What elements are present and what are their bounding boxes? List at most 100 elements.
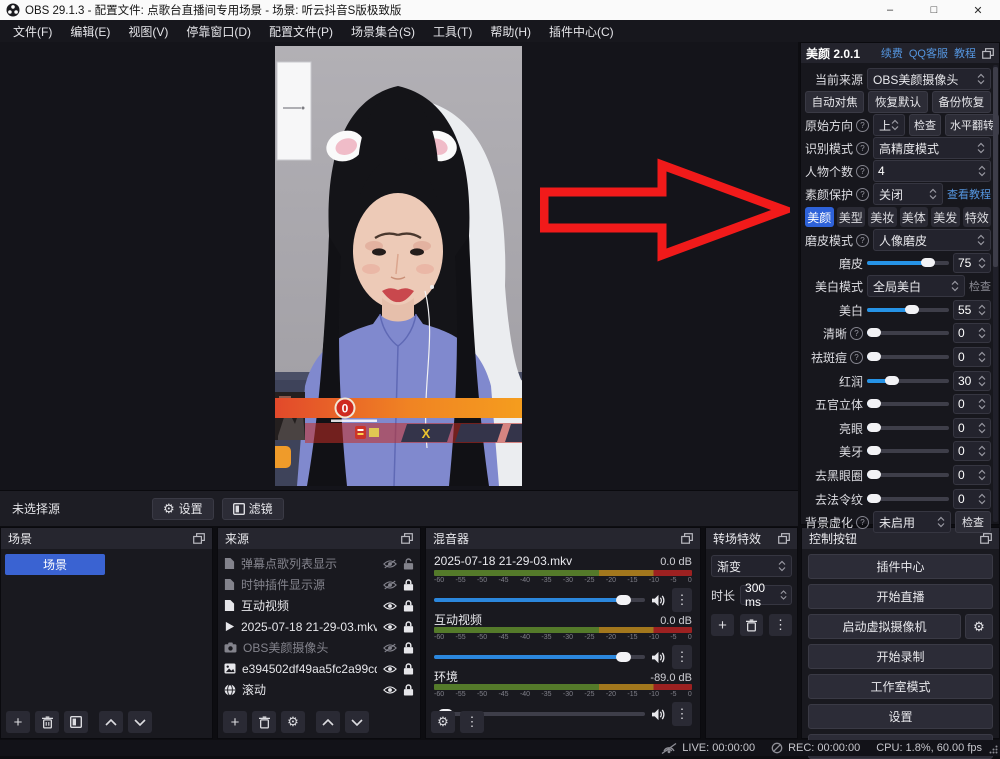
rosy-slider[interactable]	[867, 379, 949, 383]
current-source-select[interactable]: OBS美颜摄像头	[867, 68, 991, 90]
nasolabial-slider[interactable]	[867, 497, 949, 501]
add-scene-button[interactable]: +	[6, 711, 30, 733]
add-transition-button[interactable]: +	[711, 614, 734, 636]
slider-handle[interactable]	[867, 494, 881, 503]
popout-icon[interactable]	[401, 533, 413, 544]
contour-value-spinner[interactable]: 0	[953, 394, 991, 414]
menu-help[interactable]: 帮助(H)	[481, 23, 540, 40]
slider-handle[interactable]	[921, 258, 935, 267]
whiten-mode-select[interactable]: 全局美白	[867, 275, 965, 297]
popout-icon[interactable]	[681, 533, 693, 544]
source-row[interactable]: 时钟插件显示源	[218, 574, 420, 595]
channel-menu-button[interactable]: ⋮	[672, 645, 692, 669]
start-recording-button[interactable]: 开始录制	[808, 644, 993, 669]
popout-icon[interactable]	[193, 533, 205, 544]
source-move-up-button[interactable]	[316, 711, 340, 733]
menu-edit[interactable]: 编辑(E)	[61, 23, 119, 40]
help-icon[interactable]: ?	[856, 119, 869, 132]
add-source-button[interactable]: +	[223, 711, 247, 733]
lock-icon[interactable]	[403, 599, 414, 613]
tab-body[interactable]: 美体	[900, 207, 929, 227]
slider-handle[interactable]	[867, 446, 881, 455]
autofocus-button[interactable]: 自动对焦	[805, 91, 864, 113]
start-virtual-camera-button[interactable]: 启动虚拟摄像机	[808, 614, 961, 639]
smooth-mode-select[interactable]: 人像磨皮	[873, 229, 991, 251]
speaker-icon[interactable]	[651, 708, 666, 721]
scene-filters-button[interactable]	[64, 711, 88, 733]
whiten-value-spinner[interactable]: 55	[953, 300, 991, 320]
studio-mode-button[interactable]: 工作室模式	[808, 674, 993, 699]
visibility-visible-icon[interactable]	[383, 622, 397, 632]
advanced-audio-properties-button[interactable]: ⚙	[431, 711, 455, 733]
plugin-center-button[interactable]: 插件中心	[808, 554, 993, 579]
background-blur-select[interactable]: 未启用	[873, 511, 951, 533]
view-tutorial-link[interactable]: 查看教程	[947, 186, 991, 202]
lock-icon[interactable]	[403, 578, 414, 592]
popout-icon[interactable]	[980, 533, 992, 544]
visibility-hidden-icon[interactable]	[383, 580, 397, 590]
slider-handle[interactable]	[905, 305, 919, 314]
help-icon[interactable]: ?	[850, 351, 863, 364]
lock-icon[interactable]	[403, 683, 414, 697]
source-row[interactable]: e394502df49aa5fc2a99cd2e7c	[218, 658, 420, 679]
clarity-slider[interactable]	[867, 331, 949, 335]
remove-source-button[interactable]	[252, 711, 276, 733]
source-row[interactable]: 互动视频	[218, 595, 420, 616]
source-row[interactable]: 2025-07-18 21-29-03.mkv	[218, 616, 420, 637]
close-button[interactable]: ✕	[956, 0, 1000, 20]
slider-handle[interactable]	[885, 376, 899, 385]
visibility-hidden-icon[interactable]	[383, 643, 397, 653]
lock-icon[interactable]	[403, 662, 414, 676]
source-row[interactable]: 滚动	[218, 679, 420, 700]
whiten-slider[interactable]	[867, 308, 949, 312]
slider-handle[interactable]	[867, 399, 881, 408]
popout-icon[interactable]	[982, 48, 994, 59]
dark-circles-slider[interactable]	[867, 473, 949, 477]
horizontal-flip-button[interactable]: 水平翻转	[945, 114, 999, 136]
smooth-value-spinner[interactable]: 75	[953, 253, 991, 273]
tab-hair[interactable]: 美发	[931, 207, 960, 227]
virtual-camera-settings-button[interactable]: ⚙	[965, 614, 993, 639]
help-icon[interactable]: ?	[856, 188, 869, 201]
source-properties-button[interactable]: ⚙	[281, 711, 305, 733]
source-properties-button[interactable]: ⚙ 设置	[152, 498, 214, 520]
remove-transition-button[interactable]	[740, 614, 763, 636]
minimize-button[interactable]: –	[868, 0, 912, 20]
background-blur-check-button[interactable]: 检查	[955, 511, 991, 533]
visibility-visible-icon[interactable]	[383, 685, 397, 695]
remove-scene-button[interactable]	[35, 711, 59, 733]
help-icon[interactable]: ?	[856, 165, 869, 178]
backup-restore-button[interactable]: 备份恢复	[932, 91, 991, 113]
visibility-visible-icon[interactable]	[383, 664, 397, 674]
volume-slider-handle[interactable]	[616, 652, 631, 662]
contour-slider[interactable]	[867, 402, 949, 406]
makeup-protect-select[interactable]: 关闭	[873, 183, 943, 205]
clarity-value-spinner[interactable]: 0	[953, 323, 991, 343]
help-icon[interactable]: ?	[850, 327, 863, 340]
menu-plugin-center[interactable]: 插件中心(C)	[540, 23, 623, 40]
visibility-hidden-icon[interactable]	[383, 559, 397, 569]
tab-effects[interactable]: 特效	[963, 207, 992, 227]
speaker-icon[interactable]	[651, 594, 666, 607]
tab-reshape[interactable]: 美型	[837, 207, 866, 227]
orientation-select[interactable]: 上	[873, 114, 905, 136]
scene-move-down-button[interactable]	[128, 711, 152, 733]
popout-icon[interactable]	[778, 533, 790, 544]
nasolabial-value-spinner[interactable]: 0	[953, 489, 991, 509]
menu-tools[interactable]: 工具(T)	[424, 23, 481, 40]
source-move-down-button[interactable]	[345, 711, 369, 733]
scene-list-item[interactable]: 场景	[5, 554, 105, 575]
tab-beauty[interactable]: 美颜	[805, 207, 834, 227]
beauty-scrollbar[interactable]	[993, 65, 998, 522]
blemish-slider[interactable]	[867, 355, 949, 359]
person-count-spinner[interactable]: 4	[873, 160, 991, 182]
volume-slider[interactable]	[434, 598, 645, 602]
resize-grip-icon[interactable]	[989, 745, 998, 754]
whiten-check-button[interactable]: 检查	[969, 278, 991, 294]
bright-eyes-slider[interactable]	[867, 426, 949, 430]
teeth-value-spinner[interactable]: 0	[953, 441, 991, 461]
lock-icon[interactable]	[403, 641, 414, 655]
start-streaming-button[interactable]: 开始直播	[808, 584, 993, 609]
preview-canvas[interactable]: 0 X	[0, 42, 798, 490]
channel-menu-button[interactable]: ⋮	[672, 702, 692, 726]
